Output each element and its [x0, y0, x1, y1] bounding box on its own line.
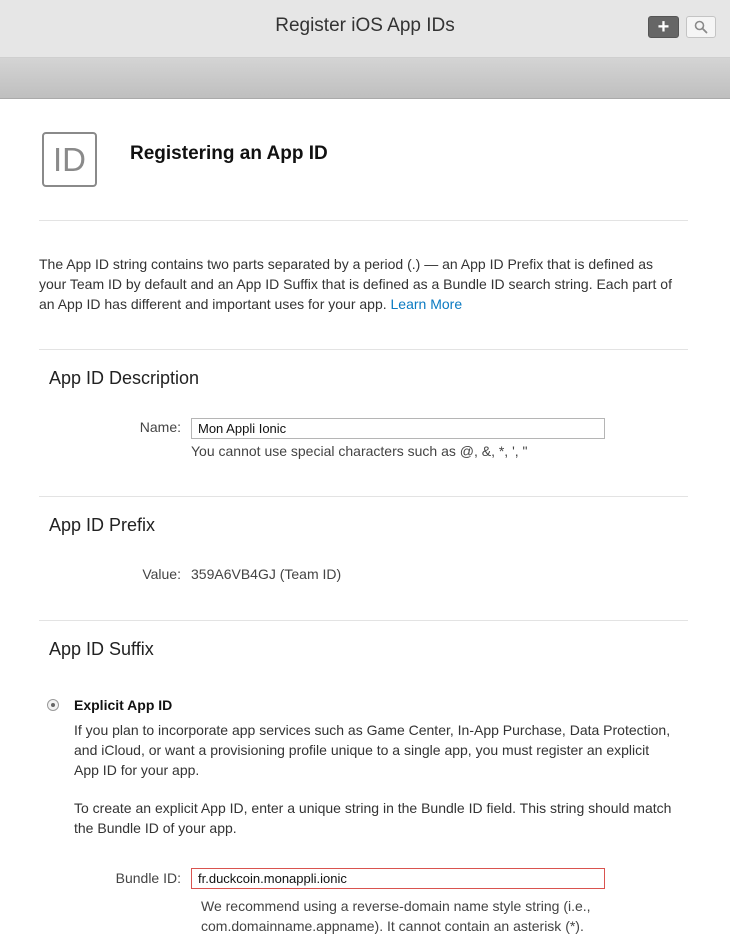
learn-more-link[interactable]: Learn More [391, 296, 463, 312]
app-id-suffix-title: App ID Suffix [49, 639, 154, 659]
divider [39, 620, 688, 621]
bundle-id-input[interactable] [191, 868, 605, 889]
divider [39, 349, 688, 350]
explicit-app-id-radio[interactable] [47, 699, 59, 711]
app-id-description-title: App ID Description [49, 368, 200, 388]
intro-paragraph: The App ID string contains two parts sep… [39, 256, 672, 312]
section-heading: Registering an App ID [130, 143, 328, 164]
name-label: Name: [139, 419, 181, 435]
explicit-app-id-description: If you plan to incorporate app services … [74, 722, 671, 778]
page-title: Register iOS App IDs [275, 15, 455, 36]
explicit-app-id-label: Explicit App ID [74, 697, 173, 713]
plus-icon: + [657, 16, 670, 38]
name-hint: You cannot use special characters such a… [191, 443, 528, 459]
toolbar-strip [0, 58, 730, 99]
explicit-app-id-instructions: To create an explicit App ID, enter a un… [74, 800, 672, 836]
value-label: Value: [142, 566, 181, 582]
divider [39, 220, 688, 221]
search-button[interactable] [686, 16, 716, 38]
add-button[interactable]: + [648, 16, 679, 38]
top-bar: Register iOS App IDs + [0, 0, 730, 58]
divider [39, 496, 688, 497]
bundle-id-hint: We recommend using a reverse-domain name… [201, 898, 591, 934]
app-id-icon: ID [42, 132, 97, 187]
app-id-prefix-title: App ID Prefix [49, 515, 156, 535]
prefix-value: 359A6VB4GJ (Team ID) [191, 566, 342, 582]
name-input[interactable] [191, 418, 605, 439]
search-icon [694, 20, 708, 34]
bundle-id-label: Bundle ID: [115, 870, 181, 886]
intro-text: The App ID string contains two parts sep… [39, 254, 679, 314]
